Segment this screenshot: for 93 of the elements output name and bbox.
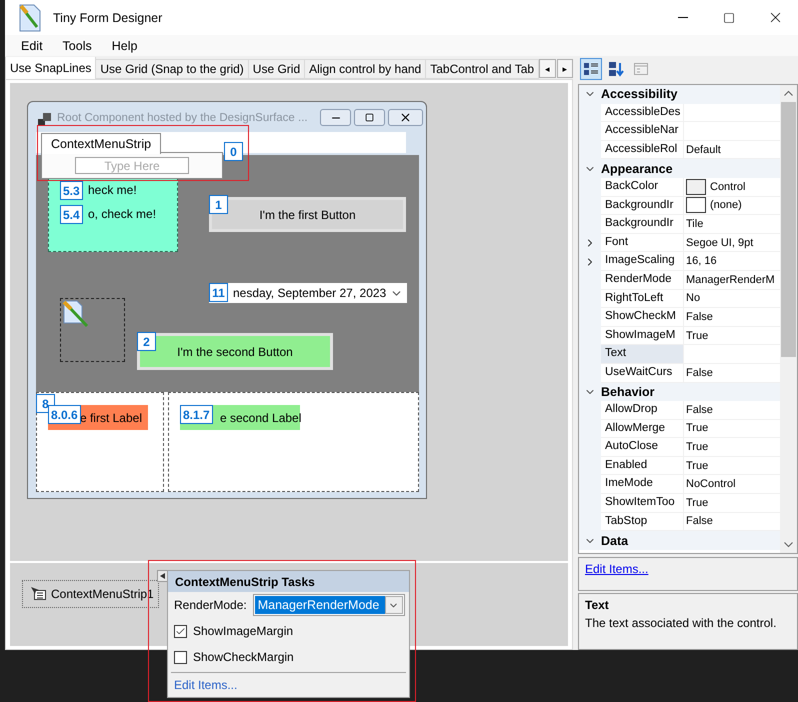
category-header[interactable]: Data [601, 534, 628, 548]
sort-icon [608, 61, 624, 77]
close-icon [399, 111, 412, 124]
property-name[interactable]: Enabled [601, 456, 684, 476]
property-name[interactable]: AllowDrop [601, 401, 684, 420]
property-name[interactable]: Font [601, 234, 684, 252]
property-name[interactable]: Text [601, 345, 684, 364]
property-name[interactable]: BackgroundIr [601, 215, 684, 234]
scrollbar[interactable] [780, 85, 797, 553]
scroll-down-icon[interactable] [784, 542, 793, 548]
checkbox-label[interactable]: heck me! [88, 183, 137, 197]
property-value[interactable]: NoControl [684, 475, 780, 494]
property-value[interactable]: True [684, 494, 780, 513]
property-name[interactable]: RightToLeft [601, 290, 684, 308]
tab[interactable]: TabControl and Tab [425, 59, 540, 79]
tab-order-badge: 8.0.6 [48, 405, 81, 424]
checkbox[interactable] [174, 650, 187, 664]
menu-icon [31, 587, 47, 601]
property-name[interactable]: UseWaitCurs [601, 364, 684, 382]
property-value[interactable]: False [684, 308, 780, 327]
property-value[interactable]: Tile [684, 215, 780, 234]
property-name[interactable]: RenderMode [601, 270, 684, 290]
form-title: Root Component hosted by the DesignSurface ... [57, 112, 308, 124]
property-name[interactable]: AutoClose [601, 438, 684, 457]
tab-order-badge: 8.1.7 [180, 405, 213, 424]
checkbox-label[interactable]: o, check me! [88, 207, 156, 221]
property-value[interactable]: Default [684, 140, 780, 160]
maximize-icon [723, 12, 735, 24]
property-name[interactable]: AllowMerge [601, 420, 684, 438]
property-value[interactable]: False [684, 364, 780, 382]
property-value[interactable]: ManagerRenderM [684, 270, 780, 290]
tab-order-badge: 0 [224, 142, 243, 161]
scroll-right-button[interactable]: ▸ [556, 59, 573, 78]
tab[interactable]: Use Grid (Snap to the grid) [95, 59, 249, 79]
description-title: Text [585, 598, 610, 612]
description-text: The text associated with the control. [585, 616, 778, 630]
tasks-title: ContextMenuStrip Tasks [175, 574, 315, 588]
paint-brush-icon [61, 299, 91, 329]
property-name[interactable]: AccessibleNar [601, 122, 684, 141]
tab[interactable]: Align control by hand [304, 59, 426, 79]
scroll-left-button[interactable]: ◂ [539, 59, 556, 78]
restore-icon [365, 113, 374, 122]
type-here-field[interactable]: Type Here [75, 157, 189, 174]
render-mode-label: RenderMode: [174, 598, 247, 612]
property-value[interactable]: True [684, 326, 780, 346]
property-value[interactable]: True [684, 456, 780, 476]
property-value[interactable]: True [684, 438, 780, 457]
property-name[interactable]: AccessibleDes [601, 104, 684, 122]
context-menu-tab[interactable]: ContextMenuStrip [41, 133, 162, 154]
property-name[interactable]: ShowCheckM [601, 308, 684, 327]
property-value[interactable]: False [684, 401, 780, 420]
tab[interactable]: Use Grid [248, 59, 306, 79]
property-value[interactable]: No [684, 290, 780, 308]
property-name[interactable]: ShowItemToo [601, 494, 684, 513]
checkbox-label[interactable]: ShowImageMargin [193, 624, 294, 638]
menu-item[interactable]: Tools [52, 36, 102, 54]
tab-order-badge: 5.3 [60, 181, 83, 200]
categorized-icon [583, 61, 599, 77]
edit-items-link[interactable]: Edit Items... [174, 678, 238, 692]
checkbox[interactable] [174, 624, 187, 638]
property-pages-icon [633, 61, 649, 77]
property-name[interactable]: BackgroundIr [601, 196, 684, 216]
render-mode-select[interactable]: ManagerRenderMode [252, 594, 405, 616]
collapse-icon[interactable] [157, 570, 168, 582]
close-button[interactable] [388, 109, 423, 126]
property-name[interactable]: AccessibleRol [601, 140, 684, 160]
property-value[interactable]: False [684, 512, 780, 532]
property-name[interactable]: ImageScaling [601, 252, 684, 271]
minimize-icon [678, 17, 688, 18]
property-value[interactable]: Segoe UI, 9pt [684, 234, 780, 252]
property-value[interactable]: (none) [684, 196, 780, 216]
form-icon [38, 113, 52, 127]
tab-order-badge: 1 [209, 195, 228, 214]
property-value[interactable]: True [684, 420, 780, 438]
window-title: Tiny Form Designer [53, 10, 164, 24]
property-value[interactable]: Control [684, 178, 780, 197]
categorized-view-button[interactable] [580, 58, 602, 80]
tab-order-badge: 11 [209, 283, 228, 302]
tab-order-badge: 2 [137, 332, 156, 351]
menu-item[interactable]: Edit [11, 36, 53, 54]
checkbox-label[interactable]: ShowCheckMargin [193, 650, 294, 664]
date-text: nesday, September 27, 2023 [233, 286, 388, 300]
property-name[interactable]: TabStop [601, 512, 684, 532]
edit-items-link[interactable]: Edit Items... [585, 562, 648, 576]
menu-item[interactable]: Help [102, 36, 148, 54]
restore-button[interactable] [354, 109, 385, 126]
tab-order-badge: 5.4 [60, 205, 83, 224]
property-name[interactable]: ImeMode [601, 475, 684, 494]
property-name[interactable]: BackColor [601, 178, 684, 197]
property-name[interactable]: ShowImageM [601, 326, 684, 346]
property-value[interactable]: 16, 16 [684, 252, 780, 271]
scroll-up-icon[interactable] [784, 90, 793, 96]
tab[interactable]: Use SnapLines [5, 57, 96, 79]
